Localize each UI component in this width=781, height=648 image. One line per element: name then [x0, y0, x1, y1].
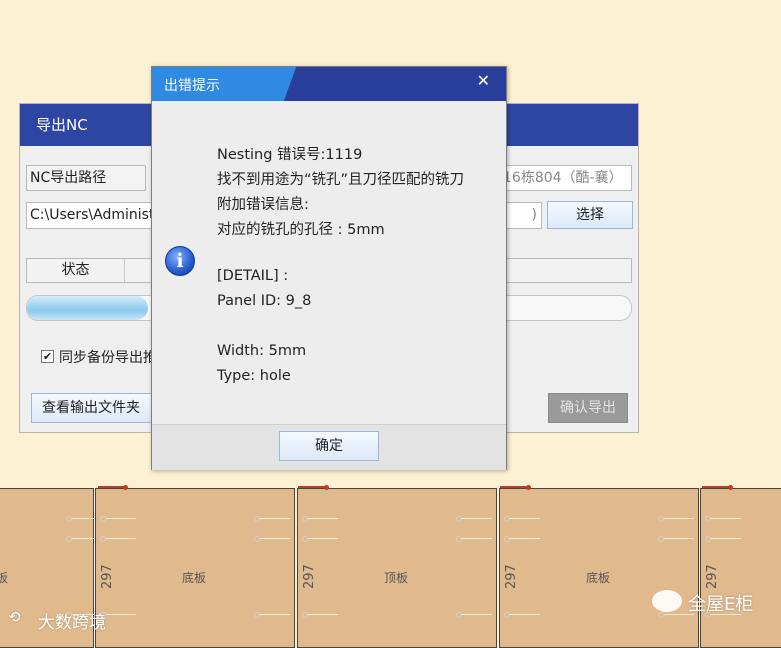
nesting-panel[interactable]: 297 顶板 — [297, 488, 497, 648]
edge-mark-dot — [526, 485, 531, 490]
dialog-title: 导出NC — [36, 116, 88, 134]
secondary-field[interactable]: ) — [502, 202, 542, 229]
path-input-text: C:\Users\Administrator — [30, 207, 155, 223]
hole-mark — [100, 515, 136, 522]
edge-mark — [500, 486, 528, 488]
message-line: Panel ID: 9_8 — [217, 293, 312, 309]
ok-button[interactable]: 确定 — [279, 431, 379, 461]
hole-mark — [504, 515, 540, 522]
info-icon: i — [165, 246, 195, 276]
path-input[interactable]: C:\Users\Administrator — [26, 202, 156, 229]
hole-mark — [456, 611, 492, 618]
select-button-label: 选择 — [576, 207, 604, 223]
edge-mark — [98, 486, 126, 488]
confirm-export-label: 确认导出 — [560, 400, 616, 416]
error-dialog: 出错提示 ✕ i Nesting 错误号:1119 找不到用途为“铣孔”且刀径匹… — [151, 66, 507, 470]
file-name-text: 16栋804（酷-襄） — [503, 170, 623, 186]
panel-name: 底板 — [586, 571, 611, 585]
path-label-text: NC导出路径 — [30, 170, 107, 186]
file-name-field[interactable]: 16栋804（酷-襄） — [502, 165, 632, 191]
watermark-logo-icon: ⟲ — [8, 608, 21, 626]
edge-mark-dot — [728, 485, 733, 490]
hole-mark — [456, 515, 492, 522]
nesting-panel[interactable]: 297 — [700, 488, 781, 648]
select-button[interactable]: 选择 — [547, 201, 633, 229]
nesting-panel[interactable]: 297 底板 — [95, 488, 295, 648]
watermark-right-text: 全屋E柜 — [688, 594, 754, 615]
watermark-left-text: 大数跨境 — [38, 613, 106, 633]
panel-dimension: 297 — [100, 564, 115, 589]
edge-mark-dot — [123, 485, 128, 490]
hole-mark — [504, 535, 540, 542]
path-label: NC导出路径 — [26, 165, 146, 191]
error-dialog-title: 出错提示 — [164, 78, 220, 94]
panel-name: 顶板 — [384, 571, 409, 585]
hole-mark — [705, 535, 741, 542]
wechat-icon — [652, 590, 682, 612]
message-line: 找不到用途为“铣孔”且刀径匹配的铣刀 — [217, 172, 465, 188]
message-line: Width: 5mm — [217, 343, 307, 359]
message-line: Type: hole — [217, 368, 291, 384]
message-line: 对应的铣孔的孔径 : 5mm — [217, 222, 385, 238]
edge-mark — [298, 486, 326, 488]
sync-backup-label: 同步备份导出推 — [59, 350, 157, 366]
hole-mark — [705, 515, 741, 522]
hole-mark — [302, 515, 338, 522]
hole-mark — [302, 535, 338, 542]
panel-name: 板 — [0, 571, 9, 585]
edge-mark-dot — [324, 485, 329, 490]
hole-mark — [100, 535, 136, 542]
panel-dimension: 297 — [705, 564, 720, 589]
message-line: 附加错误信息: — [217, 197, 309, 213]
hole-mark — [504, 611, 540, 618]
progress-fill — [27, 296, 148, 320]
hole-mark — [456, 535, 492, 542]
panel-dimension: 297 — [302, 564, 317, 589]
close-icon[interactable]: ✕ — [477, 71, 490, 90]
open-output-folder-label: 查看输出文件夹 — [42, 400, 140, 416]
hole-mark — [254, 611, 290, 618]
sync-backup-checkbox[interactable]: ✔ — [41, 350, 54, 363]
hole-mark — [254, 535, 290, 542]
panel-name: 底板 — [182, 571, 207, 585]
ok-button-label: 确定 — [315, 438, 343, 454]
status-column-header: 状态 — [27, 259, 125, 282]
confirm-export-button[interactable]: 确认导出 — [548, 393, 628, 423]
status-header-text: 状态 — [61, 262, 90, 278]
error-dialog-footer: 确定 — [152, 424, 506, 470]
open-output-folder-button[interactable]: 查看输出文件夹 — [31, 393, 161, 423]
edge-mark — [702, 486, 730, 488]
error-dialog-titlebar[interactable]: 出错提示 ✕ — [152, 67, 506, 101]
check-icon: ✔ — [42, 350, 53, 363]
secondary-field-text: ) — [531, 207, 537, 223]
panel-dimension: 297 — [504, 564, 519, 589]
message-line: Nesting 错误号:1119 — [217, 147, 363, 163]
hole-mark — [302, 611, 338, 618]
nesting-panel[interactable]: 297 底板 — [499, 488, 699, 648]
hole-mark — [658, 535, 694, 542]
hole-mark — [254, 515, 290, 522]
hole-mark — [658, 515, 694, 522]
message-line: [DETAIL] : — [217, 268, 289, 284]
